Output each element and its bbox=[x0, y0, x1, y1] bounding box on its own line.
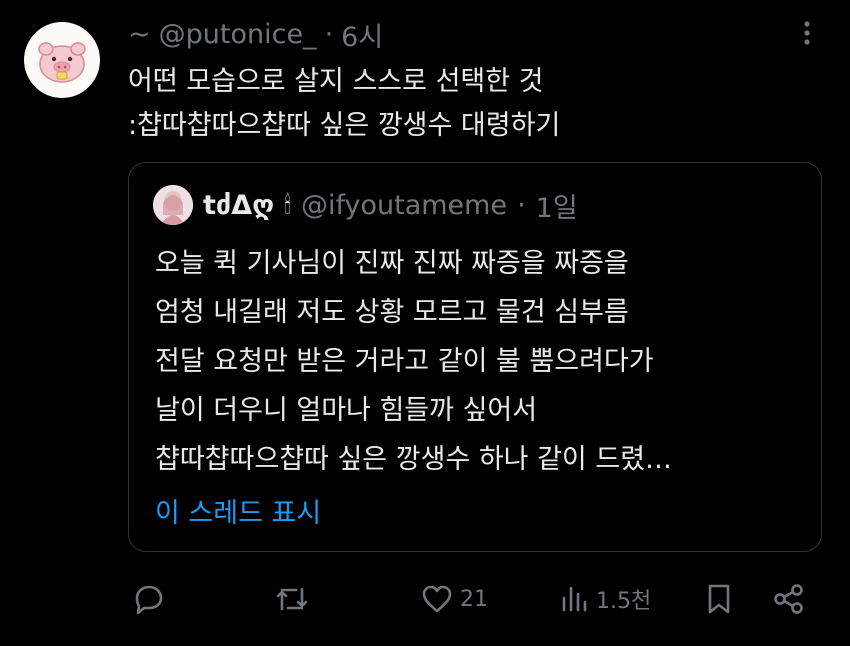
quote-text-line: 챱따챱따으챱따 싶은 깡생수 하나 같이 드렸… bbox=[155, 444, 673, 475]
quoted-tweet[interactable]: tძΔღ 🕯 @ifyoutameme · 1일 오늘 퀵 기사님이 진짜 진짜… bbox=[128, 162, 822, 552]
header-prefix: ~ bbox=[128, 18, 151, 50]
quote-text: 오늘 퀵 기사님이 진짜 진짜 짜증을 짜증을 엄청 내길래 저도 상황 모르고… bbox=[155, 239, 805, 484]
analytics-icon bbox=[562, 586, 587, 612]
show-thread-link[interactable]: 이 스레드 표시 bbox=[155, 491, 321, 530]
like-count: 21 bbox=[460, 586, 488, 612]
quote-author-avatar[interactable] bbox=[153, 185, 193, 225]
retweet-button[interactable] bbox=[274, 572, 310, 626]
person-avatar-icon bbox=[153, 185, 193, 225]
quote-separator: · bbox=[517, 189, 526, 221]
bookmark-button[interactable] bbox=[704, 572, 734, 626]
quote-text-line: 날이 더우니 얼마나 힘들까 싶어서 bbox=[155, 395, 538, 426]
candle-icon: 🕯 bbox=[284, 191, 291, 219]
bookmark-icon bbox=[708, 584, 730, 614]
quote-text-line: 오늘 퀵 기사님이 진짜 진짜 짜증을 짜증을 bbox=[155, 248, 629, 279]
tweet-text-line: 어떤 모습으로 살지 스스로 선택한 것 bbox=[128, 66, 544, 97]
quote-text-line: 엄청 내길래 저도 상황 모르고 물건 심부름 bbox=[155, 297, 629, 328]
reply-button[interactable] bbox=[132, 572, 166, 626]
more-options-button[interactable] bbox=[792, 18, 822, 48]
views-button[interactable]: 1.5천 bbox=[560, 572, 651, 626]
view-count: 1.5천 bbox=[596, 589, 652, 614]
tweet-time[interactable]: 6시 bbox=[341, 15, 383, 54]
retweet-icon bbox=[276, 587, 308, 611]
heart-icon bbox=[422, 585, 452, 613]
tweet-text: 어떤 모습으로 살지 스스로 선택한 것 :챱따챱따으챱따 싶은 깡생수 대령하… bbox=[128, 60, 808, 148]
quote-time[interactable]: 1일 bbox=[536, 186, 578, 225]
share-button[interactable] bbox=[772, 572, 806, 626]
author-handle[interactable]: @putonice_ bbox=[159, 19, 317, 50]
action-bar: 21 1.5천 bbox=[0, 572, 850, 626]
quote-handle[interactable]: @ifyoutameme bbox=[301, 190, 507, 221]
like-button[interactable]: 21 bbox=[420, 572, 488, 626]
author-avatar[interactable] bbox=[24, 22, 100, 98]
pig-avatar-icon bbox=[38, 42, 86, 83]
quote-display-name[interactable]: tძΔღ bbox=[203, 190, 274, 221]
header-separator: · bbox=[324, 18, 334, 50]
quote-header: tძΔღ 🕯 @ifyoutameme · 1일 bbox=[153, 185, 578, 225]
tweet-header: ~ @putonice_ · 6시 bbox=[128, 14, 383, 54]
quote-text-line: 전달 요청만 받은 거라고 같이 불 뿜으려다가 bbox=[155, 346, 654, 377]
tweet-text-line: :챱따챱따으챱따 싶은 깡생수 대령하기 bbox=[128, 110, 561, 141]
more-vertical-icon bbox=[804, 21, 810, 45]
reply-icon bbox=[135, 585, 163, 615]
share-icon bbox=[774, 584, 803, 614]
